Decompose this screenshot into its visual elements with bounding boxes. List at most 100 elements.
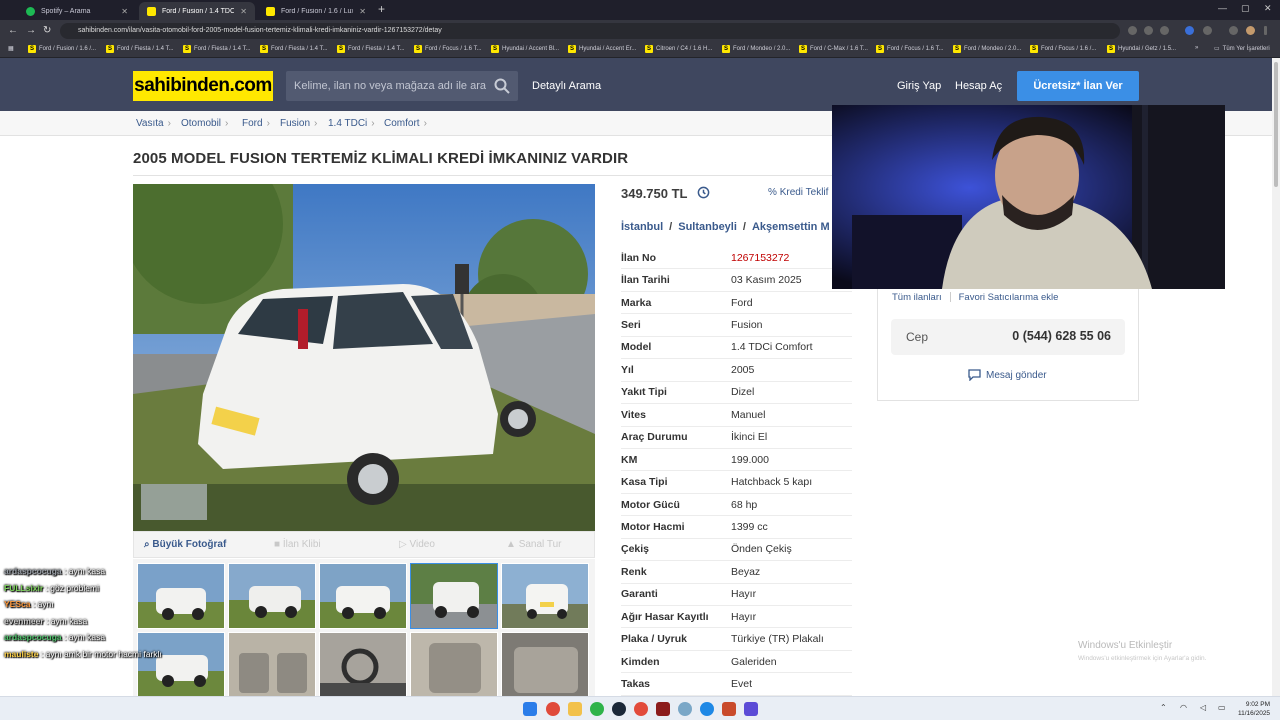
bookmark-item[interactable]: S Hyundai / Accent Bl... [491, 45, 559, 53]
obs-icon[interactable] [744, 702, 758, 716]
wifi-icon[interactable]: ◠ [1180, 703, 1187, 712]
back-icon[interactable]: ← [8, 25, 18, 36]
speaker-icon[interactable]: ◁ [1200, 703, 1206, 712]
all-listings-link[interactable]: Tüm ilanları [892, 292, 942, 303]
url-field[interactable]: sahibinden.com/ilan/vasita-otomobil-ford… [60, 23, 1120, 39]
bookmark-item[interactable]: S Ford / Fiesta / 1.4 T... [337, 45, 405, 53]
menu-icon[interactable] [1264, 26, 1267, 35]
app-icon[interactable] [678, 702, 692, 716]
chrome-icon[interactable] [546, 702, 560, 716]
close-window-icon[interactable]: ✕ [1264, 3, 1272, 14]
bookmark-item[interactable]: S Citroen / C4 / 1.6 H... [645, 45, 712, 53]
tab-fusion-comfort[interactable]: Ford / Fusion / 1.4 TDCi / Comf ✕ [139, 2, 255, 20]
ad-clip-button[interactable]: ■ İlan Klibi [274, 539, 321, 550]
breadcrumb-item[interactable]: Comfort › [384, 118, 427, 129]
apps-icon[interactable]: ▦ [8, 45, 14, 52]
location-neighborhood[interactable]: Akşemsettin M [752, 221, 830, 233]
profile-avatar[interactable] [1246, 26, 1255, 35]
bookmark-item[interactable]: S Ford / Fiesta / 1.4 T... [183, 45, 251, 53]
search-icon[interactable] [494, 78, 510, 99]
large-photo-button[interactable]: ⌕ Büyük Fotoğraf [144, 539, 226, 550]
bookmark-item[interactable]: S Ford / Fiesta / 1.4 T... [260, 45, 328, 53]
bookmark-item[interactable]: S Ford / Fiesta / 1.4 T... [106, 45, 174, 53]
bookmark-item[interactable]: S Ford / Fusion / 1.6 /... [28, 45, 96, 53]
tab-spotify[interactable]: Spotify – Arama ✕ [18, 2, 136, 20]
chat-username: evenmeer [4, 615, 44, 626]
bookmark-item[interactable]: S Ford / Focus / 1.6 T... [414, 45, 482, 53]
bookmark-label: Hyundai / Getz / 1.5... [1118, 46, 1177, 52]
breadcrumb-item[interactable]: Vasıta › [136, 118, 171, 129]
edge-icon[interactable] [700, 702, 714, 716]
bookmark-item[interactable]: S Ford / Focus / 1.6 /... [1030, 45, 1096, 53]
send-message-button[interactable]: Mesaj gönder [968, 369, 1047, 381]
detail-key: Takas [621, 678, 650, 691]
search-input[interactable] [286, 71, 486, 101]
extension-icon[interactable] [1185, 26, 1194, 35]
bookmark-item[interactable]: S Ford / Mondeo / 2.0... [722, 45, 790, 53]
all-bookmarks[interactable]: ▭ Tüm Yer İşaretleri [1214, 45, 1270, 53]
breadcrumb-item[interactable]: 1.4 TDCi › [328, 118, 375, 129]
sidebar-icon[interactable] [1229, 26, 1238, 35]
opera-icon[interactable] [634, 702, 648, 716]
scrollbar-thumb[interactable] [1274, 62, 1278, 187]
main-car-photo[interactable] [133, 184, 595, 531]
extensions-puzzle-icon[interactable] [1203, 26, 1212, 35]
detail-key: İlan Tarihi [621, 274, 670, 287]
breadcrumb-item[interactable]: Fusion › [280, 118, 317, 129]
file-explorer-icon[interactable] [568, 702, 582, 716]
chat-message: evenmeer : aynı kasa [4, 615, 88, 626]
bookmark-item[interactable]: S Ford / Mondeo / 2.0... [953, 45, 1021, 53]
credit-offer-link[interactable]: % Kredi Teklif [768, 187, 828, 198]
listing-number: 1267153272 [731, 251, 790, 264]
new-tab-icon[interactable]: + [378, 2, 385, 16]
tray-chevron-icon[interactable]: ⌃ [1160, 703, 1167, 712]
start-icon[interactable] [523, 702, 537, 716]
app-icon[interactable] [656, 702, 670, 716]
thumbnail[interactable] [501, 563, 589, 629]
app-icon[interactable] [722, 702, 736, 716]
thumbnail[interactable] [319, 632, 407, 698]
forward-icon[interactable]: → [26, 25, 36, 36]
location-district[interactable]: Sultanbeyli [678, 221, 737, 233]
minimize-icon[interactable]: — [1218, 3, 1227, 13]
bookmark-item[interactable]: S Hyundai / Accent Er... [568, 45, 636, 53]
video-button[interactable]: ▷ Video [399, 539, 435, 550]
post-free-ad-button[interactable]: Ücretsiz* İlan Ver [1017, 71, 1139, 101]
advanced-search-link[interactable]: Detaylı Arama [532, 80, 601, 92]
bookmark-star-icon[interactable] [1160, 26, 1169, 35]
clock[interactable]: 9:02 PM 11/16/2025 [1238, 700, 1270, 718]
zoom-icon[interactable] [1144, 26, 1153, 35]
virtual-tour-button[interactable]: ▲ Sanal Tur [506, 539, 562, 550]
close-icon[interactable]: ✕ [121, 7, 128, 16]
phone-number[interactable]: 0 (544) 628 55 06 [1012, 329, 1111, 343]
maximize-icon[interactable]: ▢ [1241, 3, 1250, 14]
close-icon[interactable]: ✕ [240, 7, 247, 16]
sahibinden-icon: S [491, 45, 499, 53]
detail-key: Motor Gücü [621, 498, 680, 511]
more-bookmarks-icon[interactable]: » [1195, 45, 1198, 51]
thumbnail[interactable] [501, 632, 589, 698]
whatsapp-icon[interactable] [590, 702, 604, 716]
reload-icon[interactable]: ↻ [43, 25, 51, 36]
battery-icon[interactable]: ▭ [1218, 703, 1226, 712]
bookmark-item[interactable]: S Hyundai / Getz / 1.5... [1107, 45, 1176, 53]
thumbnail[interactable] [319, 563, 407, 629]
password-key-icon[interactable] [1128, 26, 1137, 35]
location-city[interactable]: İstanbul [621, 221, 663, 233]
register-link[interactable]: Hesap Aç [955, 80, 1002, 92]
login-link[interactable]: Giriş Yap [897, 80, 941, 92]
detail-value: Dizel [731, 386, 755, 399]
breadcrumb-item[interactable]: Ford › [242, 118, 270, 129]
thumbnail-selected[interactable] [410, 563, 498, 629]
sahibinden-logo[interactable]: sahibinden.com [133, 71, 273, 101]
tab-fusion-lux[interactable]: Ford / Fusion / 1.6 / Lux / Yeniş ✕ [258, 2, 374, 20]
thumbnail[interactable] [410, 632, 498, 698]
close-icon[interactable]: ✕ [359, 7, 366, 16]
bookmark-item[interactable]: S Ford / C-Max / 1.6 T... [799, 45, 868, 53]
price-history-icon[interactable] [697, 186, 710, 201]
chat-username: ardaspcocuga [4, 566, 62, 576]
add-favorite-seller-link[interactable]: Favori Satıcılarıma ekle [959, 292, 1059, 303]
steam-icon[interactable] [612, 702, 626, 716]
breadcrumb-item[interactable]: Otomobil › [181, 118, 228, 129]
bookmark-item[interactable]: S Ford / Focus / 1.6 T... [876, 45, 944, 53]
